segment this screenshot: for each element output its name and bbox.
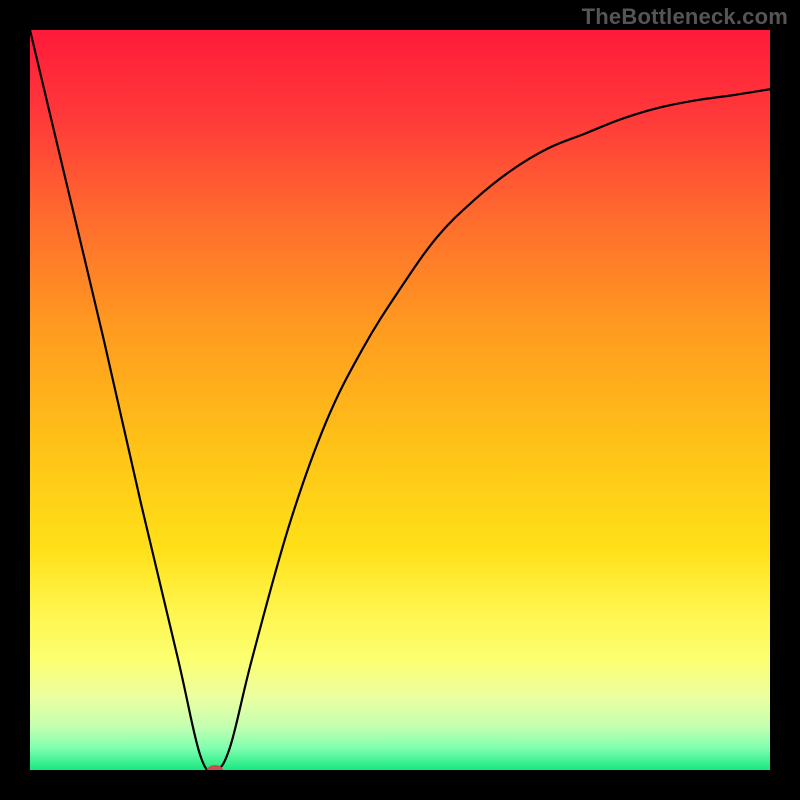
plot-area bbox=[30, 30, 770, 770]
chart-frame: TheBottleneck.com bbox=[0, 0, 800, 800]
gradient-background bbox=[30, 30, 770, 770]
watermark-text: TheBottleneck.com bbox=[582, 4, 788, 30]
chart-svg bbox=[30, 30, 770, 770]
